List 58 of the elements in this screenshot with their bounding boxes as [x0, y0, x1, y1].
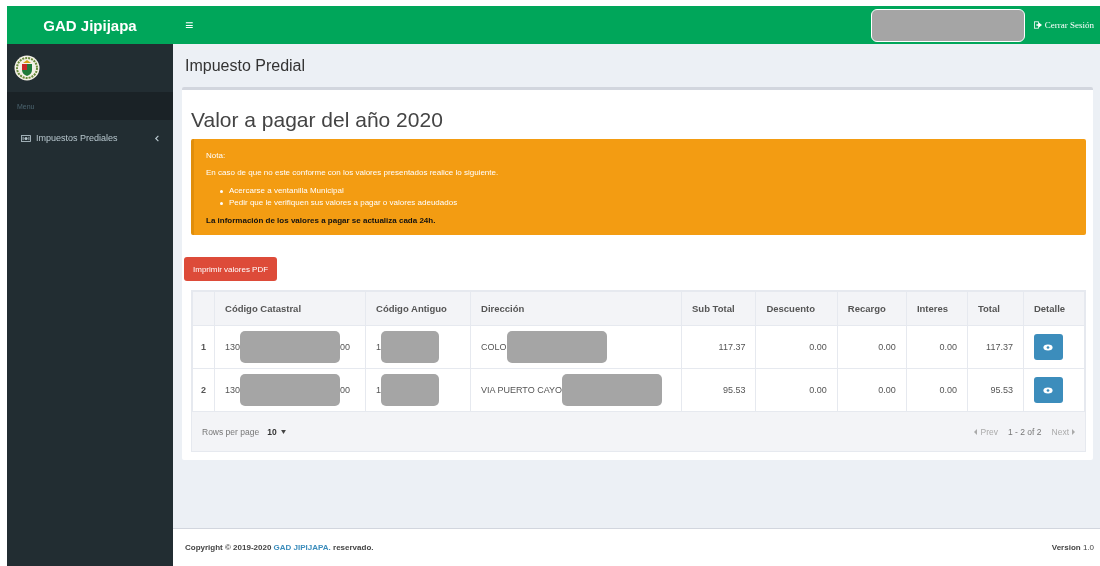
table-cell: 00: [340, 385, 351, 395]
column-header[interactable]: Recargo: [837, 291, 907, 326]
alert-note: La información de los valores a pagar se actualiza cada 24h.: [206, 216, 437, 225]
redaction-block: [381, 374, 440, 406]
column-header[interactable]: Interes: [906, 291, 968, 326]
table-cell: 00: [340, 342, 351, 352]
view-button[interactable]: [1033, 377, 1063, 403]
copyright-link[interactable]: GAD JIPIJAPA.: [273, 543, 331, 552]
page-title: Impuesto Predial: [184, 56, 307, 76]
alert-title: Nota:: [206, 151, 227, 160]
column-header[interactable]: Detalle: [1023, 291, 1085, 326]
rows-per-page-select[interactable]: 10: [267, 426, 286, 437]
column-header[interactable]: Dirección: [470, 291, 682, 326]
copyright-text: Copyright © 2019-2020 GAD JIPIJAPA. reservado.: [185, 543, 374, 552]
sidebar-item[interactable]: Impuestos Prediales: [7, 120, 173, 156]
alert-list-item: Acercarse a ventanilla Municipal: [229, 185, 344, 197]
alert-list-item: Pedir que le verifiquen sus valores a pagar o valores adeudados: [229, 197, 458, 209]
bullet-icon: [220, 189, 223, 193]
table-cell: 130: [225, 342, 241, 352]
column-header[interactable]: Sub Total: [681, 291, 756, 326]
table-cell: 130: [225, 385, 241, 395]
rows-per-page-label: Rows per page: [202, 426, 260, 437]
table-cell: 1: [376, 342, 382, 352]
bullet-icon: [220, 201, 223, 205]
table-cell: 95.53: [967, 368, 1024, 412]
column-header[interactable]: Código Catastral: [214, 291, 366, 326]
table-cell: 0.00: [755, 368, 838, 412]
money-icon: [21, 134, 31, 142]
table-cell: 0.00: [906, 368, 968, 412]
table-cell: 1: [376, 385, 382, 395]
caret-icon: [280, 429, 286, 434]
view-button[interactable]: [1033, 334, 1063, 360]
table-cell: 0.00: [837, 368, 907, 412]
eye-icon: [1043, 386, 1054, 394]
table-cell: 0.00: [755, 325, 838, 369]
table-cell: VIA PUERTO CAYO: [481, 385, 563, 395]
table-cell: 117.37: [967, 325, 1024, 369]
row-number: 2: [192, 368, 215, 412]
column-header[interactable]: Total: [967, 291, 1024, 326]
column-header[interactable]: Descuento: [755, 291, 838, 326]
triangle-left-icon: [974, 428, 978, 435]
page-heading: Valor a pagar del año 2020: [191, 108, 444, 132]
alert-text: En caso de que no este conforme con los valores presentados realice lo siguiente.: [206, 168, 500, 177]
logout-icon: [1033, 21, 1042, 29]
redaction-block: [381, 331, 440, 363]
table-cell: COLO: [481, 342, 507, 352]
table-cell: 0.00: [837, 325, 907, 369]
row-number: 1: [192, 325, 215, 369]
eye-icon: [1043, 343, 1054, 351]
table-cell: 95.53: [681, 368, 756, 412]
table-cell: 0.00: [906, 325, 968, 369]
version-text: Version 1.0: [1051, 543, 1094, 552]
triangle-right-icon: [1072, 428, 1075, 435]
logo-icon: [14, 55, 40, 81]
print-pdf-button[interactable]: Imprimir valores PDF: [184, 257, 278, 281]
table-cell: 117.37: [681, 325, 756, 369]
page-range: 1 - 2 of 2: [1007, 426, 1042, 437]
column-header[interactable]: Código Antiguo: [365, 291, 471, 326]
